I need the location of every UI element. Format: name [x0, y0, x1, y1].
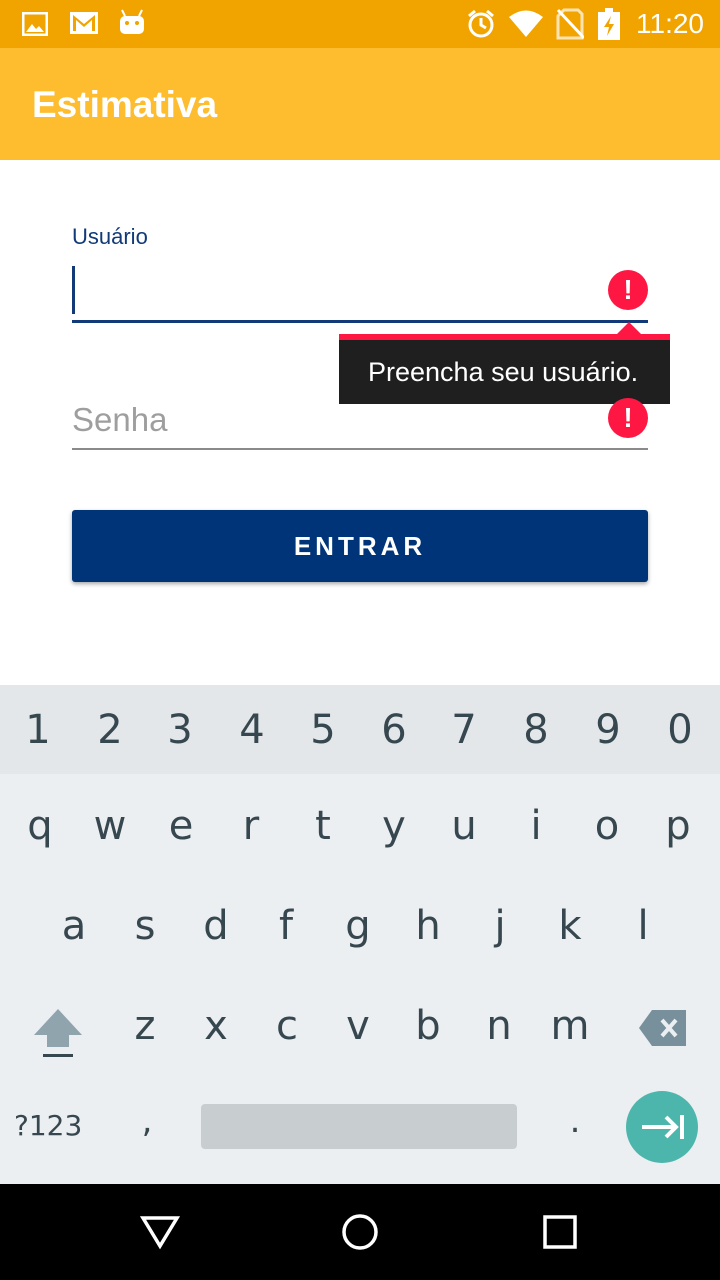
password-input[interactable]	[72, 392, 648, 450]
enter-key[interactable]	[626, 1091, 698, 1163]
symbols-key[interactable]: ?123	[14, 1109, 82, 1142]
recents-icon[interactable]	[540, 1212, 580, 1252]
key-s[interactable]: s	[109, 903, 181, 949]
alarm-icon	[468, 9, 494, 38]
key-p[interactable]: p	[642, 803, 714, 849]
keyboard-number-row: 1 2 3 4 5 6 7 8 9 0	[0, 685, 720, 774]
key-r[interactable]: r	[215, 803, 287, 849]
key-w[interactable]: w	[74, 803, 146, 849]
gmail-notification-icon	[70, 12, 98, 34]
key-z[interactable]: z	[109, 1003, 181, 1049]
username-label: Usuário	[72, 224, 148, 249]
key-j[interactable]: j	[464, 903, 536, 949]
soft-keyboard: 1 2 3 4 5 6 7 8 9 0 q w e r t y u i o p …	[0, 685, 720, 1184]
key-g[interactable]: g	[322, 903, 394, 949]
android-notification-icon	[120, 9, 144, 34]
key-0[interactable]: 0	[644, 707, 716, 753]
key-l[interactable]: l	[607, 903, 679, 949]
key-period[interactable]: .	[560, 1101, 590, 1141]
battery-charging-icon	[598, 8, 620, 40]
key-t[interactable]: t	[287, 803, 359, 849]
key-9[interactable]: 9	[572, 707, 644, 753]
no-sim-icon	[556, 8, 584, 40]
app-toolbar: Estimativa	[0, 48, 720, 160]
key-2[interactable]: 2	[74, 707, 146, 753]
backspace-icon[interactable]	[638, 1009, 688, 1047]
password-error-icon[interactable]: !	[608, 398, 648, 438]
key-3[interactable]: 3	[144, 707, 216, 753]
back-icon[interactable]	[140, 1212, 180, 1252]
app-title: Estimativa	[32, 84, 218, 125]
key-4[interactable]: 4	[216, 707, 288, 753]
key-comma[interactable]: ,	[132, 1101, 162, 1141]
key-u[interactable]: u	[428, 803, 500, 849]
next-arrow-icon	[642, 1115, 684, 1139]
login-button[interactable]: ENTRAR	[72, 510, 648, 582]
key-a[interactable]: a	[38, 903, 110, 949]
key-m[interactable]: m	[534, 1003, 606, 1049]
username-error-icon[interactable]: !	[608, 270, 648, 310]
username-input[interactable]	[72, 262, 648, 323]
key-q[interactable]: q	[4, 803, 76, 849]
key-i[interactable]: i	[500, 803, 572, 849]
key-6[interactable]: 6	[358, 707, 430, 753]
system-nav-bar	[0, 1184, 720, 1280]
space-bar[interactable]	[201, 1104, 517, 1149]
key-k[interactable]: k	[534, 903, 606, 949]
key-f[interactable]: f	[250, 903, 322, 949]
shift-icon[interactable]	[30, 1007, 86, 1059]
home-icon[interactable]	[340, 1212, 380, 1252]
key-c[interactable]: c	[251, 1003, 323, 1049]
key-v[interactable]: v	[322, 1003, 394, 1049]
key-1[interactable]: 1	[2, 707, 74, 753]
key-e[interactable]: e	[145, 803, 217, 849]
text-cursor	[72, 266, 75, 314]
key-d[interactable]: d	[180, 903, 252, 949]
key-7[interactable]: 7	[428, 707, 500, 753]
status-time: 11:20	[636, 8, 704, 39]
tooltip-arrow	[617, 322, 641, 334]
key-5[interactable]: 5	[287, 707, 359, 753]
status-bar: 11:20	[0, 0, 720, 48]
key-y[interactable]: y	[358, 803, 430, 849]
key-b[interactable]: b	[392, 1003, 464, 1049]
key-h[interactable]: h	[392, 903, 464, 949]
key-8[interactable]: 8	[500, 707, 572, 753]
gallery-notification-icon	[22, 12, 48, 36]
key-x[interactable]: x	[180, 1003, 252, 1049]
key-n[interactable]: n	[463, 1003, 535, 1049]
key-o[interactable]: o	[571, 803, 643, 849]
wifi-icon	[509, 10, 543, 37]
